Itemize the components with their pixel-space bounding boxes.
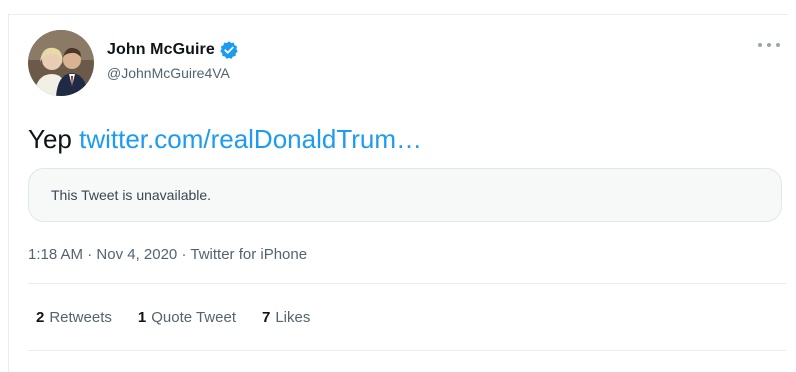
tweet-source[interactable]: Twitter for iPhone — [190, 246, 307, 263]
author-names: John McGuire @JohnMcGuire4VA — [107, 38, 239, 81]
likes-stat[interactable]: 7 Likes — [262, 309, 310, 326]
tweet-detail: John McGuire @JohnMcGuire4VA Yep twitter… — [28, 30, 786, 351]
dot — [758, 43, 762, 47]
quoted-tweet-card[interactable]: This Tweet is unavailable. — [28, 168, 782, 222]
dot — [776, 43, 780, 47]
author-handle[interactable]: @JohnMcGuire4VA — [107, 65, 239, 81]
retweets-label: Retweets — [49, 308, 112, 326]
tweet-date[interactable]: Nov 4, 2020 — [96, 246, 177, 263]
top-border — [8, 14, 788, 15]
more-options-icon[interactable] — [758, 40, 780, 50]
tweet-text: Yep twitter.com/realDonaldTrum… — [28, 122, 786, 156]
verified-badge-icon — [219, 40, 239, 60]
quote-tweets-stat[interactable]: 1 Quote Tweet — [138, 309, 236, 326]
tweet-link[interactable]: twitter.com/realDonaldTrum… — [79, 124, 422, 154]
quoted-tweet-notice: This Tweet is unavailable. — [51, 187, 212, 203]
tweet-text-prefix: Yep — [28, 124, 72, 154]
likes-count: 7 — [262, 308, 271, 326]
likes-label: Likes — [275, 308, 311, 326]
left-border — [8, 14, 9, 372]
name-row: John McGuire — [107, 38, 239, 62]
divider — [28, 350, 786, 351]
quote-tweets-label: Quote Tweet — [151, 308, 236, 326]
display-name[interactable]: John McGuire — [107, 41, 215, 59]
meta-separator: · — [181, 246, 187, 263]
meta-separator: · — [87, 246, 93, 263]
retweets-stat[interactable]: 2 Retweets — [36, 309, 112, 326]
tweet-stats: 2 Retweets 1 Quote Tweet 7 Likes — [28, 284, 786, 350]
tweet-meta: 1:18 AM · Nov 4, 2020 · Twitter for iPho… — [28, 246, 786, 263]
dot — [767, 43, 771, 47]
tweet-time[interactable]: 1:18 AM — [28, 246, 83, 263]
tweet-header: John McGuire @JohnMcGuire4VA — [28, 30, 786, 100]
quote-tweets-count: 1 — [137, 308, 147, 326]
avatar[interactable] — [28, 30, 94, 96]
retweets-count: 2 — [36, 308, 45, 326]
